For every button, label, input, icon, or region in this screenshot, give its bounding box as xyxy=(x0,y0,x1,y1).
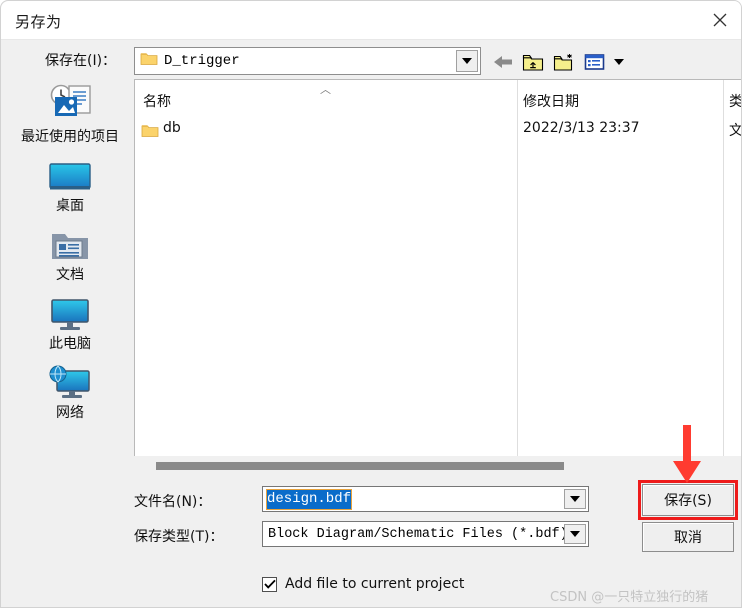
folder-icon xyxy=(141,123,159,143)
filetype-label: 保存类型(T)： xyxy=(134,529,224,545)
place-label: 桌面 xyxy=(56,198,84,214)
cancel-button[interactable]: 取消 xyxy=(642,522,734,552)
scrollbar-thumb[interactable] xyxy=(156,462,564,470)
network-icon xyxy=(45,357,95,401)
places-bar: 最近使用的项目 桌面 文档 此电脑 网络 xyxy=(9,81,131,421)
cell-name: db xyxy=(163,120,181,136)
place-label: 此电脑 xyxy=(49,336,91,352)
views-icon[interactable] xyxy=(584,53,605,71)
place-network[interactable]: 网络 xyxy=(9,357,131,422)
chevron-down-icon[interactable] xyxy=(456,50,478,72)
cell-date: 2022/3/13 23:37 xyxy=(523,120,640,136)
chevron-down-icon[interactable] xyxy=(564,489,586,509)
cell-type: 文 xyxy=(729,123,742,139)
place-label: 最近使用的项目 xyxy=(21,129,119,145)
checkbox-label: Add file to current project xyxy=(285,576,465,592)
desktop-icon xyxy=(47,150,93,194)
chevron-down-icon[interactable] xyxy=(564,524,586,544)
filetype-value: Block Diagram/Schematic Files (*.bdf) xyxy=(268,526,568,542)
table-row[interactable]: db 2022/3/13 23:37 文 xyxy=(135,120,742,146)
add-file-to-project-checkbox[interactable]: Add file to current project xyxy=(262,576,464,592)
filename-input[interactable]: design.bdf xyxy=(262,486,589,512)
file-list-header: 名称 修改日期 类 xyxy=(135,91,741,117)
documents-icon xyxy=(49,219,91,263)
look-in-label: 保存在(I)： xyxy=(45,53,117,69)
file-list[interactable]: ︿ 名称 修改日期 类 db 2022/3/13 23:37 文 xyxy=(134,79,742,456)
column-header-type[interactable]: 类 xyxy=(729,91,741,111)
this-pc-icon xyxy=(48,288,92,332)
checkbox-box[interactable] xyxy=(262,576,277,592)
look-in-combobox[interactable]: D_trigger xyxy=(134,47,481,75)
place-label: 网络 xyxy=(56,405,84,421)
new-folder-icon[interactable] xyxy=(553,53,575,72)
recent-items-icon xyxy=(42,81,98,125)
check-icon xyxy=(263,579,276,589)
place-recent-items[interactable]: 最近使用的项目 xyxy=(9,81,131,146)
up-folder-icon[interactable] xyxy=(522,53,544,72)
place-desktop[interactable]: 桌面 xyxy=(9,150,131,215)
chevron-down-icon[interactable] xyxy=(614,59,624,65)
place-this-pc[interactable]: 此电脑 xyxy=(9,288,131,353)
watermark: CSDN @一只特立独行的猪 xyxy=(550,590,709,605)
look-in-value: D_trigger xyxy=(164,53,240,69)
folder-icon xyxy=(140,51,158,71)
filetype-combobox[interactable]: Block Diagram/Schematic Files (*.bdf) xyxy=(262,521,589,547)
place-label: 文档 xyxy=(56,267,84,283)
title-bar: 另存为 xyxy=(1,1,741,40)
close-icon[interactable] xyxy=(697,1,741,39)
toolbar xyxy=(493,49,624,75)
horizontal-scrollbar[interactable] xyxy=(134,456,741,480)
place-documents[interactable]: 文档 xyxy=(9,219,131,284)
page-title: 另存为 xyxy=(15,14,62,31)
back-icon[interactable] xyxy=(493,54,513,70)
column-header-name[interactable]: 名称 xyxy=(143,91,171,111)
red-arrow-annotation xyxy=(665,425,709,492)
save-as-dialog: 另存为 保存在(I)： D_trigger 最近使用的项目 桌面 文档 此电脑 … xyxy=(0,0,742,608)
filename-value[interactable]: design.bdf xyxy=(265,488,353,510)
filename-label: 文件名(N)： xyxy=(134,494,212,510)
column-header-date[interactable]: 修改日期 xyxy=(523,91,579,111)
